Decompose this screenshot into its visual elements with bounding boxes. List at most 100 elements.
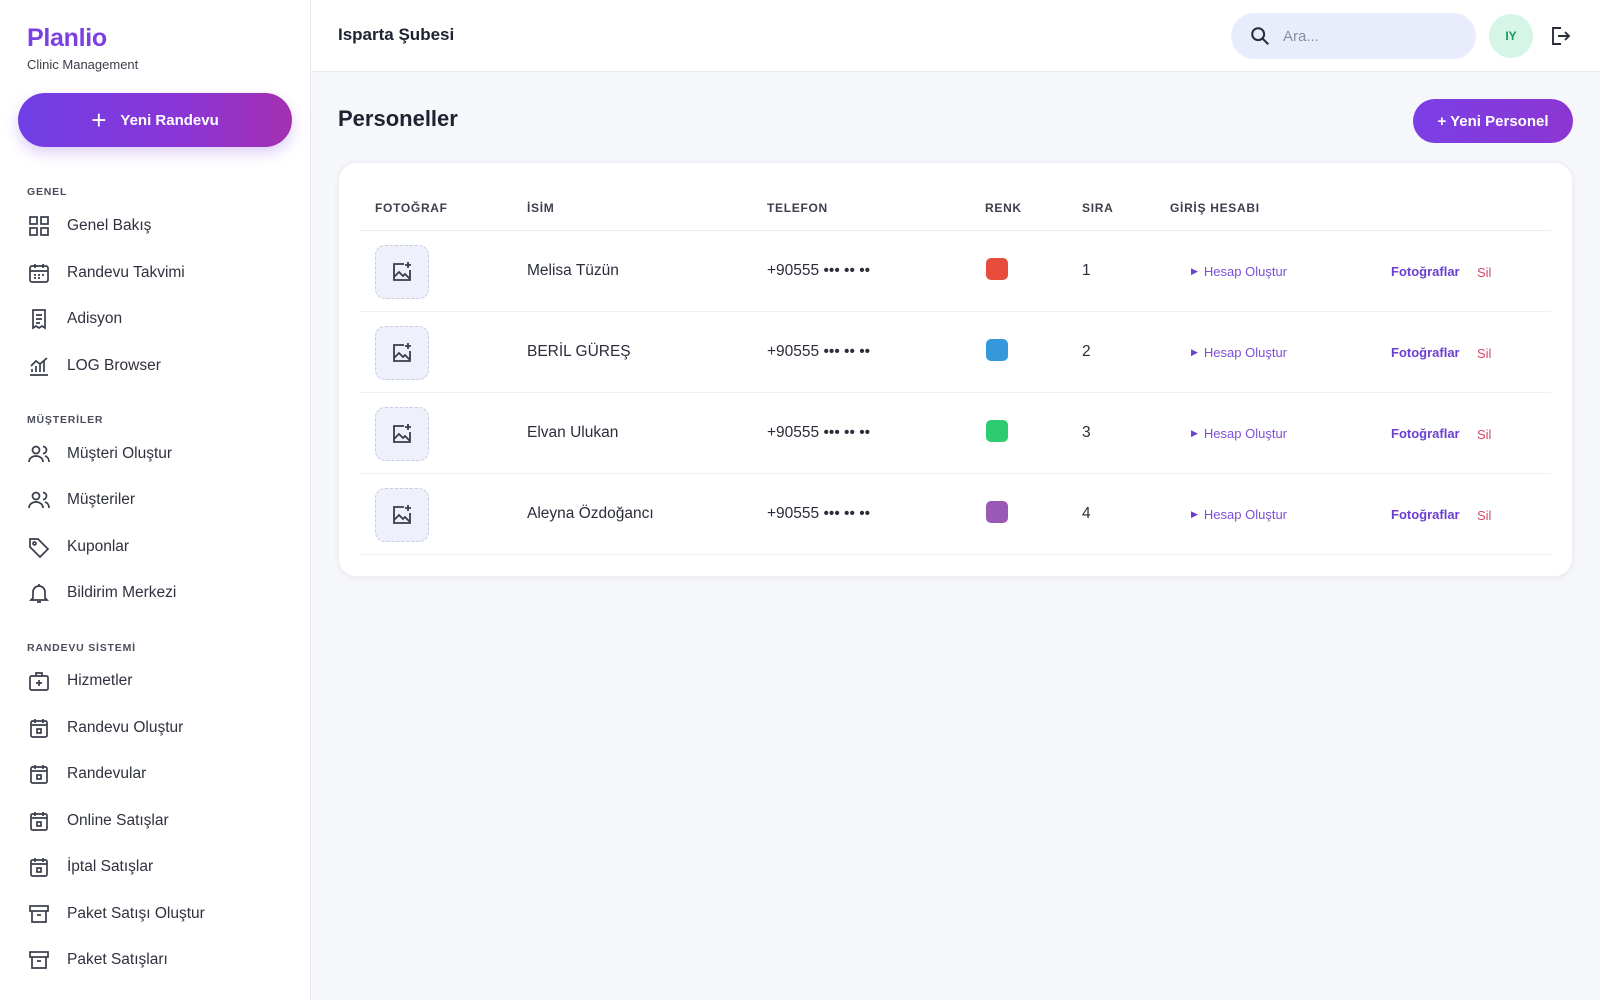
branch-title: Isparta Şubesi (338, 25, 455, 44)
photos-link[interactable]: Fotoğraflar (1391, 507, 1460, 522)
users-icon (28, 491, 50, 509)
sidebar-item-bildirim-merkezi[interactable]: Bildirim Merkezi (27, 576, 176, 610)
caret-right-icon: ▶ (1191, 347, 1198, 357)
avatar[interactable]: IY (1489, 14, 1533, 58)
caret-right-icon: ▶ (1191, 428, 1198, 438)
staff-name: Elvan Ulukan (527, 424, 619, 441)
new-appointment-label: Yeni Randevu (120, 111, 219, 129)
new-staff-button[interactable]: + Yeni Personel (1413, 99, 1573, 143)
column-header-photo: FOTOĞRAF (375, 201, 448, 215)
sidebar-item-paket-satisi-olustur[interactable]: Paket Satışı Oluştur (27, 897, 205, 931)
add-image-icon (393, 505, 411, 524)
sidebar-item-genel-bakis[interactable]: Genel Bakış (27, 209, 151, 243)
search-input[interactable] (1283, 27, 1443, 45)
archive-icon (29, 905, 49, 923)
brand-subtitle: Clinic Management (27, 57, 139, 72)
sidebar-item-label: Randevu Oluştur (67, 719, 184, 736)
staff-color-swatch (986, 501, 1008, 523)
calendar-icon (29, 264, 49, 283)
grid-icon (29, 216, 49, 236)
logout-button[interactable] (1548, 24, 1572, 48)
photos-link[interactable]: Fotoğraflar (1391, 426, 1460, 441)
topbar: Isparta Şubesi IY (311, 0, 1600, 72)
sidebar-item-label: Genel Bakış (67, 217, 152, 234)
sidebar-item-musteriler[interactable]: Müşteriler (27, 483, 135, 517)
staff-name: Aleyna Özdoğancı (527, 505, 654, 522)
sidebar-item-label: Bildirim Merkezi (67, 584, 177, 601)
delete-link[interactable]: Sil (1477, 265, 1491, 280)
delete-link[interactable]: Sil (1477, 346, 1491, 361)
delete-link[interactable]: Sil (1477, 427, 1491, 442)
create-account-link[interactable]: ▶ Hesap Oluştur (1191, 426, 1287, 441)
sidebar-item-log-browser[interactable]: LOG Browser (27, 349, 161, 383)
table-row: BERİL GÜREŞ +90555 ••• •• •• 2 ▶ Hesap Ol… (360, 312, 1551, 393)
brand: Planlio Clinic Management (27, 24, 138, 72)
create-account-link[interactable]: ▶ Hesap Oluştur (1191, 264, 1287, 279)
column-header-color: RENK (985, 201, 1022, 215)
sidebar-item-label: Online Satışlar (67, 812, 169, 829)
calendar-event-icon (30, 858, 48, 877)
sidebar-item-hizmetler[interactable]: Hizmetler (27, 664, 132, 698)
calendar-event-icon (30, 812, 48, 831)
table-row: Melisa Tüzün +90555 ••• •• •• 1 ▶ Hesap O… (360, 231, 1551, 312)
create-account-label: Hesap Oluştur (1203, 426, 1288, 441)
staff-order: 3 (1082, 424, 1091, 441)
create-account-link[interactable]: ▶ Hesap Oluştur (1191, 345, 1287, 360)
add-photo-button[interactable] (375, 407, 429, 461)
photos-link[interactable]: Fotoğraflar (1391, 264, 1460, 279)
staff-phone: +90555 ••• •• •• (767, 343, 871, 360)
table-row: Elvan Ulukan +90555 ••• •• •• 3 ▶ Hesap O… (360, 393, 1551, 474)
sidebar-item-label: Paket Satışları (67, 951, 168, 968)
column-header-phone: TELEFON (767, 201, 828, 215)
staff-phone: +90555 ••• •• •• (767, 262, 871, 279)
brand-name: Planlio (27, 24, 107, 52)
chart-icon (30, 357, 48, 376)
staff-phone: +90555 ••• •• •• (767, 424, 871, 441)
sidebar-item-iptal-satislar[interactable]: İptal Satışlar (27, 850, 153, 884)
sidebar-item-adisyon[interactable]: Adisyon (27, 302, 122, 336)
delete-link[interactable]: Sil (1477, 508, 1491, 523)
sidebar-item-randevular[interactable]: Randevular (27, 757, 146, 791)
users-icon (28, 445, 50, 463)
sidebar-item-online-satislar[interactable]: Online Satışlar (27, 804, 169, 838)
add-image-icon (393, 343, 411, 362)
sidebar-item-randevu-takvimi[interactable]: Randevu Takvimi (27, 256, 185, 290)
sidebar-item-paket-satislari[interactable]: Paket Satışları (27, 943, 168, 977)
new-appointment-button[interactable]: + Yeni Randevu (18, 93, 292, 147)
calendar-event-icon (30, 719, 48, 738)
section-label-genel: GENEL (27, 186, 68, 198)
sidebar: Planlio Clinic Management + Yeni Randevu… (0, 0, 311, 1000)
sidebar-item-label: Müşteri Oluştur (67, 445, 173, 462)
sidebar-item-label: İptal Satışlar (67, 858, 154, 875)
sidebar-item-label: Adisyon (67, 310, 123, 327)
sidebar-item-randevu-olustur[interactable]: Randevu Oluştur (27, 711, 183, 745)
tag-icon (29, 538, 50, 559)
staff-color-swatch (986, 339, 1008, 361)
sidebar-item-label: Randevular (67, 765, 147, 782)
sidebar-item-label: Hizmetler (67, 672, 133, 689)
section-label-randevu-sistemi: RANDEVU SİSTEMİ (27, 642, 136, 654)
column-header-order: SIRA (1082, 201, 1114, 215)
sidebar-item-label: Müşteriler (67, 491, 136, 508)
staff-color-swatch (986, 420, 1008, 442)
add-photo-button[interactable] (375, 488, 429, 542)
staff-order: 1 (1082, 262, 1091, 279)
section-label-musteriler: MÜŞTERİLER (27, 414, 104, 426)
staff-phone: +90555 ••• •• •• (767, 505, 871, 522)
search-box[interactable] (1231, 13, 1476, 59)
add-image-icon (393, 262, 411, 281)
staff-name: BERİL GÜREŞ (527, 343, 631, 360)
staff-order: 2 (1082, 343, 1091, 360)
column-header-login-account: GİRİŞ HESABI (1170, 201, 1260, 215)
photos-link[interactable]: Fotoğraflar (1391, 345, 1460, 360)
sidebar-item-label: Randevu Takvimi (67, 264, 185, 281)
add-photo-button[interactable] (375, 245, 429, 299)
create-account-link[interactable]: ▶ Hesap Oluştur (1191, 507, 1287, 522)
add-photo-button[interactable] (375, 326, 429, 380)
page-title: Personeller (338, 106, 458, 131)
staff-order: 4 (1082, 505, 1091, 522)
sidebar-item-label: Paket Satışı Oluştur (67, 905, 205, 922)
sidebar-item-kuponlar[interactable]: Kuponlar (27, 530, 129, 564)
sidebar-item-musteri-olustur[interactable]: Müşteri Oluştur (27, 437, 172, 471)
add-image-icon (393, 424, 411, 443)
